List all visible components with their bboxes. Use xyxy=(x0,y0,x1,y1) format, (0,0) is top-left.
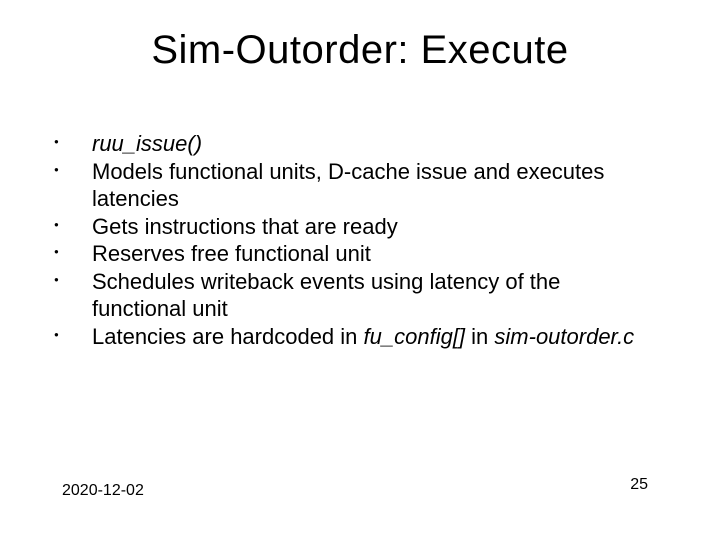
bullet-text-code: fu_config[] xyxy=(364,324,466,349)
list-item: Schedules writeback events using latency… xyxy=(48,268,660,323)
list-item: Latencies are hardcoded in fu_config[] i… xyxy=(48,323,660,351)
bullet-text: Models functional units, D-cache issue a… xyxy=(92,159,604,212)
list-item: Reserves free functional unit xyxy=(48,240,660,268)
bullet-text-file: sim-outorder.c xyxy=(494,324,634,349)
slide-title: Sim-Outorder: Execute xyxy=(0,28,720,73)
bullet-text-in: in xyxy=(465,324,494,349)
bullet-list: ruu_issue() Models functional units, D-c… xyxy=(48,130,660,350)
bullet-text: Gets instructions that are ready xyxy=(92,214,398,239)
slide-body: ruu_issue() Models functional units, D-c… xyxy=(48,130,660,350)
footer-page-number: 25 xyxy=(630,476,648,494)
list-item: Gets instructions that are ready xyxy=(48,213,660,241)
footer-date: 2020-12-02 xyxy=(62,482,144,500)
bullet-text: ruu_issue() xyxy=(92,131,202,156)
bullet-text: Schedules writeback events using latency… xyxy=(92,269,560,322)
list-item: Models functional units, D-cache issue a… xyxy=(48,158,660,213)
bullet-text: Reserves free functional unit xyxy=(92,241,371,266)
bullet-text-prefix: Latencies are hardcoded in xyxy=(92,324,364,349)
slide: Sim-Outorder: Execute ruu_issue() Models… xyxy=(0,0,720,540)
list-item: ruu_issue() xyxy=(48,130,660,158)
